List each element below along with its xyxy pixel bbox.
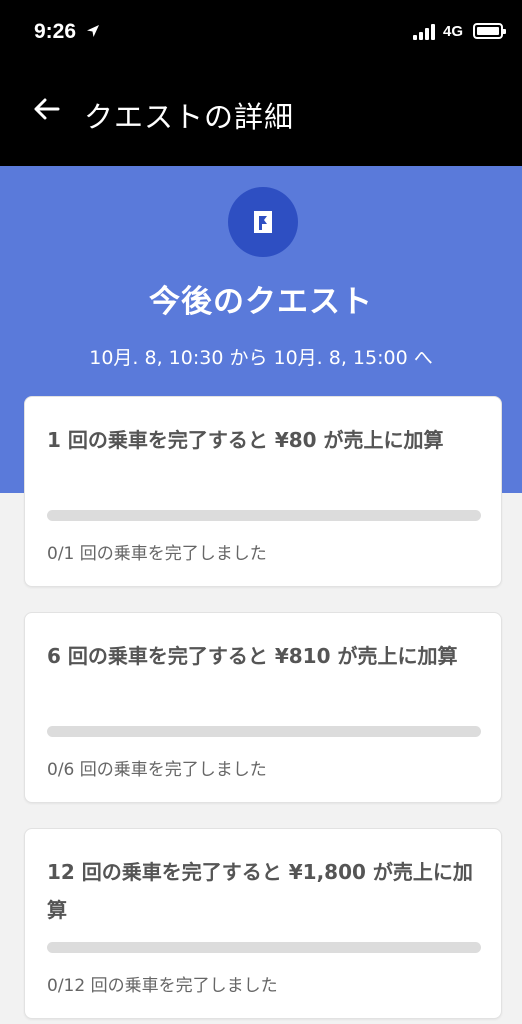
app-header: クエストの詳細 [0, 66, 522, 166]
signal-icon [413, 24, 437, 40]
quest-progress-text: 0/12 回の乗車を完了しました [47, 976, 278, 996]
battery-icon [473, 23, 506, 39]
status-bar: 9:26 4G [0, 0, 522, 66]
back-button[interactable] [30, 92, 64, 126]
quest-progress-bar [47, 942, 481, 953]
hero-title: 今後のクエスト [149, 284, 373, 320]
quest-flag-icon [228, 187, 298, 257]
quest-title: 6 回の乗車を完了すると ¥810 が売上に加算 [47, 644, 458, 668]
location-arrow-icon [87, 25, 99, 37]
page-title: クエストの詳細 [84, 100, 295, 134]
quest-progress-bar [47, 726, 481, 737]
quest-progress-bar [47, 510, 481, 521]
network-type: 4G [443, 23, 464, 40]
quest-card: 12 回の乗車を完了すると ¥1,800 が売上に加算 0/12 回の乗車を完了… [24, 828, 502, 1019]
status-time: 9:26 [34, 20, 77, 43]
quest-title: 12 回の乗車を完了すると ¥1,800 が売上に加算 [47, 860, 473, 922]
quest-progress-text: 0/1 回の乗車を完了しました [47, 544, 267, 564]
quest-progress-text: 0/6 回の乗車を完了しました [47, 760, 267, 780]
quest-title: 1 回の乗車を完了すると ¥80 が売上に加算 [47, 428, 444, 452]
quest-date-range: 10月. 8, 10:30 から 10月. 8, 15:00 へ [89, 347, 433, 369]
back-arrow-icon [34, 98, 60, 120]
quest-card: 1 回の乗車を完了すると ¥80 が売上に加算 0/1 回の乗車を完了しました [24, 396, 502, 587]
quest-card: 6 回の乗車を完了すると ¥810 が売上に加算 0/6 回の乗車を完了しました [24, 612, 502, 803]
